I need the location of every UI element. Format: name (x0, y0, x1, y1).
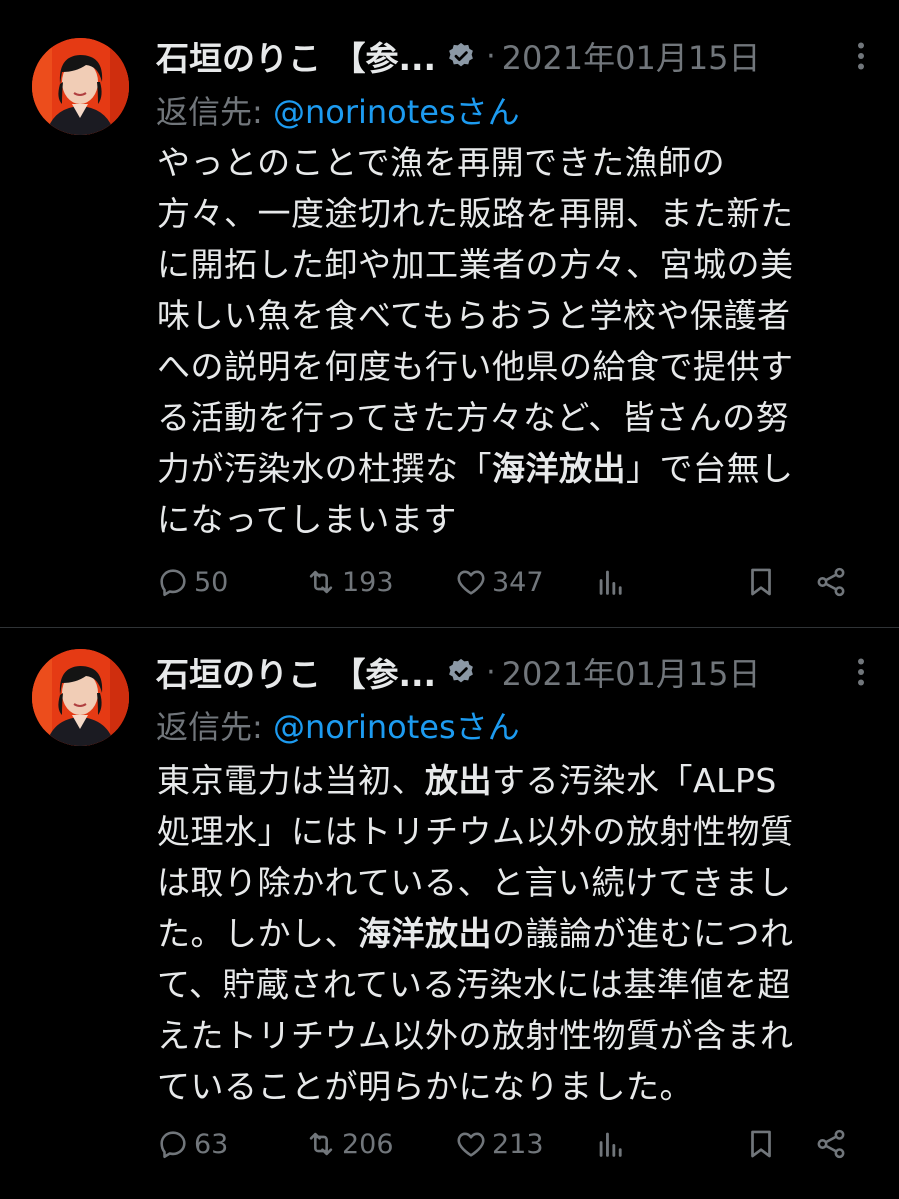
views-button[interactable] (594, 560, 628, 604)
tweet-text-line: る活動を行ってきた方々など、皆さんの努 (157, 398, 790, 437)
like-button[interactable]: 347 (454, 560, 544, 604)
avatar-portrait (32, 649, 129, 746)
like-count: 347 (492, 566, 544, 598)
separator-dot: · (486, 38, 496, 74)
tweet-text-line: て、貯蔵されている汚染水には基準値を超 (157, 965, 791, 1004)
avatar[interactable] (32, 38, 129, 135)
verified-icon (446, 657, 476, 687)
author-name[interactable]: 石垣のりこ 【参... (156, 648, 436, 696)
reply-button[interactable]: 63 (156, 1122, 228, 1166)
tweet-text-line: に開拓した卸や加工業者の方々、宮城の美 (157, 245, 794, 284)
like-button[interactable]: 213 (454, 1122, 544, 1166)
text-segment: た。しかし、 (157, 914, 358, 953)
reply-icon (160, 1131, 186, 1159)
share-icon (817, 1129, 845, 1159)
like-icon (457, 1132, 485, 1157)
tweet-header: 石垣のりこ 【参... · 2021年01月15日 (156, 647, 879, 697)
reply-to: 返信先: @norinotesさん (156, 702, 520, 748)
tweet-text-line: 力が汚染水の杜撰な「海洋放出」で台無し (157, 443, 875, 494)
tweet-date[interactable]: 2021年01月15日 (502, 649, 761, 695)
reply-handle-link[interactable]: @norinotesさん (273, 708, 520, 746)
tweet-text-line: えたトリチウム以外の放射性物質が含まれ (157, 1016, 794, 1055)
tweet-text-line: 処理水」にはトリチウム以外の放射性物質 (157, 812, 794, 851)
bookmark-icon (751, 1130, 771, 1158)
tweet-text-line: は取り除かれている、と言い続けてきまし (157, 863, 792, 902)
retweet-count: 206 (342, 1128, 394, 1160)
reply-prefix: 返信先: (156, 708, 273, 746)
tweet-text-line: になってしまいます (157, 500, 457, 539)
reply-count: 50 (194, 566, 229, 598)
tweet-text-line: への説明を何度も行い他県の給食で提供す (157, 347, 794, 386)
separator-dot: · (486, 654, 496, 690)
like-icon (457, 570, 485, 595)
avatar-portrait (32, 38, 129, 135)
tweet-text-line: 東京電力は当初、放出する汚染水「ALPS (157, 755, 875, 806)
reply-icon (160, 569, 186, 597)
tweet[interactable]: 石垣のりこ 【参... · 2021年01月15日 返信先: @norinote… (0, 628, 899, 1199)
retweet-count: 193 (342, 566, 394, 598)
bookmark-button[interactable] (744, 560, 778, 604)
tweet-actions: 50 193 347 (156, 560, 855, 604)
highlighted-term: 放出 (425, 761, 492, 800)
text-segment: 」で台無し (626, 449, 794, 488)
tweet-text-line: た。しかし、海洋放出の議論が進むにつれ (157, 908, 875, 959)
bookmark-button[interactable] (744, 1122, 778, 1166)
tweet-actions: 63 206 213 (156, 1122, 855, 1166)
tweet-header: 石垣のりこ 【参... · 2021年01月15日 (156, 31, 879, 81)
reply-handle-link[interactable]: @norinotesさん (273, 93, 520, 131)
reply-button[interactable]: 50 (156, 560, 228, 604)
tweet-text: 東京電力は当初、放出する汚染水「ALPS 処理水」にはトリチウム以外の放射性物質… (157, 755, 875, 1112)
highlighted-term: 海洋放出 (358, 914, 492, 953)
more-icon[interactable] (843, 652, 879, 692)
avatar[interactable] (32, 649, 129, 746)
more-icon[interactable] (843, 36, 879, 76)
share-button[interactable] (814, 1122, 848, 1166)
reply-count: 63 (194, 1128, 229, 1160)
share-button[interactable] (814, 560, 848, 604)
tweet-date[interactable]: 2021年01月15日 (502, 33, 761, 79)
author-name[interactable]: 石垣のりこ 【参... (156, 32, 436, 80)
text-segment: 東京電力は当初、 (157, 761, 425, 800)
tweet[interactable]: 石垣のりこ 【参... · 2021年01月15日 返信先: @norinote… (0, 0, 899, 628)
share-icon (817, 567, 845, 597)
bookmark-icon (751, 568, 771, 596)
text-segment: の議論が進むにつれ (492, 914, 794, 953)
reply-prefix: 返信先: (156, 93, 273, 131)
retweet-button[interactable]: 206 (304, 1122, 394, 1166)
tweet-text-line: 方々、一度途切れた販路を再開、また新た (157, 194, 794, 233)
views-button[interactable] (594, 1122, 628, 1166)
highlighted-term: 海洋放出 (492, 449, 626, 488)
retweet-icon (309, 570, 333, 594)
verified-icon (446, 41, 476, 71)
text-segment: する汚染水「ALPS (492, 761, 777, 800)
retweet-icon (309, 1132, 333, 1156)
tweet-text-line: やっとのことで漁を再開できた漁師の (157, 143, 726, 182)
text-segment: 力が汚染水の杜撰な「 (157, 449, 492, 488)
retweet-button[interactable]: 193 (304, 560, 394, 604)
reply-to: 返信先: @norinotesさん (156, 87, 520, 133)
tweet-text-line: 味しい魚を食べてもらおうと学校や保護者 (157, 296, 791, 335)
tweet-text-line: ていることが明らかになりました。 (157, 1067, 693, 1106)
views-icon (599, 570, 622, 595)
views-icon (599, 1132, 622, 1157)
like-count: 213 (492, 1128, 544, 1160)
tweet-text: やっとのことで漁を再開できた漁師の 方々、一度途切れた販路を再開、また新た に開… (157, 137, 875, 545)
